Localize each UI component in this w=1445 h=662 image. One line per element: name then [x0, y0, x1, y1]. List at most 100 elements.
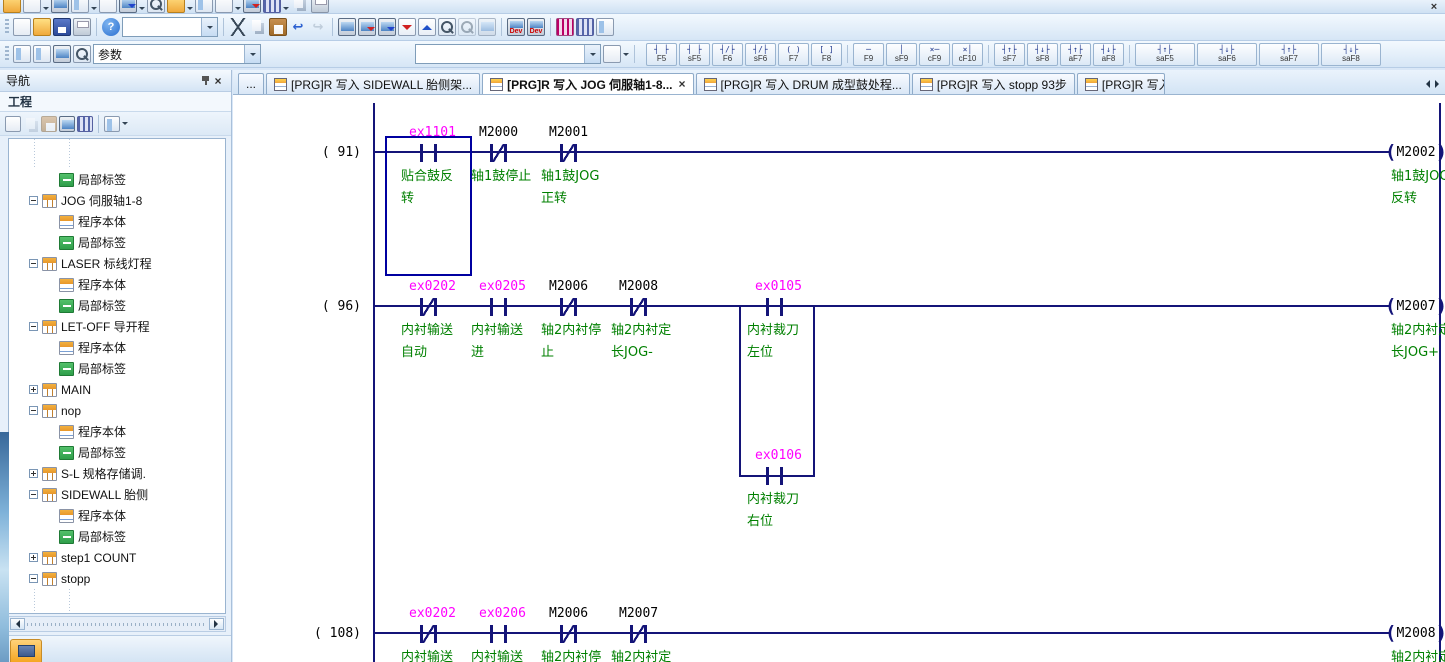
- tree-item[interactable]: 程序本体: [9, 337, 225, 358]
- ladder-edit-icon[interactable]: [556, 18, 574, 36]
- combo-dropdown-button[interactable]: [584, 45, 600, 63]
- collapse-icon[interactable]: [29, 259, 38, 268]
- ladder-contact[interactable]: M2001 轴1鼓JOG正转: [533, 125, 603, 144]
- chevron-down-icon[interactable]: [139, 7, 145, 13]
- find-target-combo[interactable]: [415, 44, 601, 64]
- fkey-delete-vline[interactable]: ×│cF10: [952, 43, 983, 66]
- ladder-contact[interactable]: ex0106 内衬裁刀右位: [739, 448, 809, 467]
- ladder-monitor-icon[interactable]: [576, 18, 594, 36]
- project-tree[interactable]: 局部标签 JOG 伺服轴1-8 程序本体 局部标签 LASER 标线灯程 程序本…: [8, 138, 226, 614]
- fkey-hline[interactable]: ─F9: [853, 43, 884, 66]
- expand-icon[interactable]: [29, 385, 38, 394]
- expand-icon[interactable]: [29, 553, 38, 562]
- find-options-icon[interactable]: [603, 45, 621, 63]
- collapse-icon[interactable]: [29, 406, 38, 415]
- save-project-icon[interactable]: [53, 18, 71, 36]
- ladder-contact[interactable]: M2006 轴2内衬停止: [533, 279, 603, 298]
- tree-item[interactable]: MAIN: [9, 379, 225, 400]
- undo-icon[interactable]: ↩: [289, 18, 307, 36]
- tab-scroll-right-button[interactable]: [1435, 80, 1443, 88]
- fkey-falling-pulse[interactable]: ┤↓├sF8: [1027, 43, 1058, 66]
- output-window-icon[interactable]: [53, 45, 71, 63]
- chevron-down-icon[interactable]: [91, 7, 97, 13]
- quick-find-combo[interactable]: [122, 17, 218, 37]
- redo-icon[interactable]: ↪: [309, 18, 327, 36]
- data-view-icon[interactable]: [59, 116, 75, 132]
- print-icon[interactable]: [73, 18, 91, 36]
- output-coil[interactable]: ( M2008 ): [1385, 621, 1441, 645]
- expand-icon[interactable]: [29, 469, 38, 478]
- tree-item[interactable]: 程序本体: [9, 421, 225, 442]
- output-coil[interactable]: ( M2002 ): [1385, 140, 1441, 164]
- sort-icon[interactable]: [104, 116, 120, 132]
- scrollbar-track[interactable]: [27, 619, 207, 629]
- tree-item[interactable]: 局部标签: [9, 526, 225, 547]
- open-project-icon[interactable]: [33, 18, 51, 36]
- collapse-icon[interactable]: [29, 196, 38, 205]
- ladder-contact[interactable]: M2007 轴2内衬定: [603, 606, 673, 625]
- tab-scroll-left-button[interactable]: [1422, 80, 1430, 88]
- tree-item[interactable]: nop: [9, 400, 225, 421]
- device-monitor-icon[interactable]: Dev: [507, 18, 525, 36]
- ladder-contact[interactable]: ex0202 内衬输送: [393, 606, 463, 625]
- fkey-open-contact[interactable]: ┤ ├F5: [646, 43, 677, 66]
- fkey-rising-pulse[interactable]: ┤↑├sF7: [994, 43, 1025, 66]
- ladder-editor-canvas[interactable]: ( 91) ex1101 贴合鼓反转 M2000 轴1鼓停止 M2001 轴1鼓…: [233, 94, 1445, 662]
- child-close-icon[interactable]: ×: [1426, 0, 1442, 13]
- scroll-right-button[interactable]: [209, 618, 224, 630]
- fkey-vline[interactable]: │sF9: [886, 43, 917, 66]
- print-menu-icon[interactable]: [311, 0, 329, 13]
- edit-menu-icon[interactable]: [23, 0, 41, 13]
- fkey-coil[interactable]: ( )F7: [778, 43, 809, 66]
- copy-data-icon[interactable]: [23, 116, 39, 132]
- combo-dropdown-button[interactable]: [244, 45, 260, 63]
- tree-item[interactable]: 程序本体: [9, 505, 225, 526]
- collapse-icon[interactable]: [29, 322, 38, 331]
- ladder-contact[interactable]: ex0206 内衬输送: [463, 606, 533, 625]
- tree-item[interactable]: S-L 规格存储调.: [9, 463, 225, 484]
- tree-item[interactable]: 局部标签: [9, 358, 225, 379]
- diagnostics-icon[interactable]: [167, 0, 185, 13]
- data-select-combo[interactable]: 参数: [93, 44, 261, 64]
- tree-item[interactable]: 局部标签: [9, 232, 225, 253]
- new-data-icon[interactable]: [5, 116, 21, 132]
- fkey-falling-pulse-close-branch[interactable]: ┤↓├saF8: [1321, 43, 1381, 66]
- tree-item[interactable]: step1 COUNT: [9, 547, 225, 568]
- tree-item[interactable]: 局部标签: [9, 442, 225, 463]
- tab-jog-servo[interactable]: [PRG]R 写入 JOG 伺服轴1-8...×: [482, 73, 693, 94]
- tree-item[interactable]: 局部标签: [9, 295, 225, 316]
- upload-icon[interactable]: [418, 18, 436, 36]
- panel-close-icon[interactable]: ×: [211, 74, 225, 88]
- tab-overflow[interactable]: ...: [238, 73, 264, 94]
- fkey-falling-pulse-close[interactable]: ┤↓├saF6: [1197, 43, 1257, 66]
- ladder-contact[interactable]: ex0202 内衬输送自动: [393, 279, 463, 298]
- view-icon[interactable]: [99, 0, 117, 13]
- chevron-down-icon[interactable]: [122, 122, 128, 128]
- tree-item[interactable]: stopp: [9, 568, 225, 589]
- fkey-delete-hline[interactable]: ×─cF9: [919, 43, 950, 66]
- comment-display-icon[interactable]: [596, 18, 614, 36]
- ladder-contact[interactable]: M2006 轴2内衬停: [533, 606, 603, 625]
- docking-icon[interactable]: [291, 0, 309, 13]
- toolbar-grip[interactable]: [5, 19, 9, 35]
- ladder-contact[interactable]: ex1101 贴合鼓反转: [393, 125, 463, 144]
- toolbar-grip[interactable]: [5, 46, 9, 62]
- plc-write-icon[interactable]: [358, 18, 376, 36]
- output-coil[interactable]: ( M2007 ): [1385, 294, 1441, 318]
- ladder-contact[interactable]: M2000 轴1鼓停止: [463, 125, 533, 144]
- cut-icon[interactable]: [229, 18, 247, 36]
- scroll-left-button[interactable]: [10, 618, 25, 630]
- navigation-toggle-icon[interactable]: [13, 45, 31, 63]
- fkey-falling-pulse-branch[interactable]: ┤↓├aF8: [1093, 43, 1124, 66]
- tree-item[interactable]: JOG 伺服轴1-8: [9, 190, 225, 211]
- tool-icon[interactable]: [195, 0, 213, 13]
- fkey-open-branch[interactable]: ┤ ├sF5: [679, 43, 710, 66]
- fkey-closed-branch[interactable]: ┤/├sF6: [745, 43, 776, 66]
- monitor-start-icon[interactable]: [438, 18, 456, 36]
- ladder-contact[interactable]: ex0205 内衬输送进: [463, 279, 533, 298]
- help-menu-icon[interactable]: [243, 0, 261, 13]
- copy-icon[interactable]: [249, 18, 267, 36]
- tree-item[interactable]: 局部标签: [9, 169, 225, 190]
- device-batch-monitor-icon[interactable]: Dev: [527, 18, 545, 36]
- element-selection-icon[interactable]: [33, 45, 51, 63]
